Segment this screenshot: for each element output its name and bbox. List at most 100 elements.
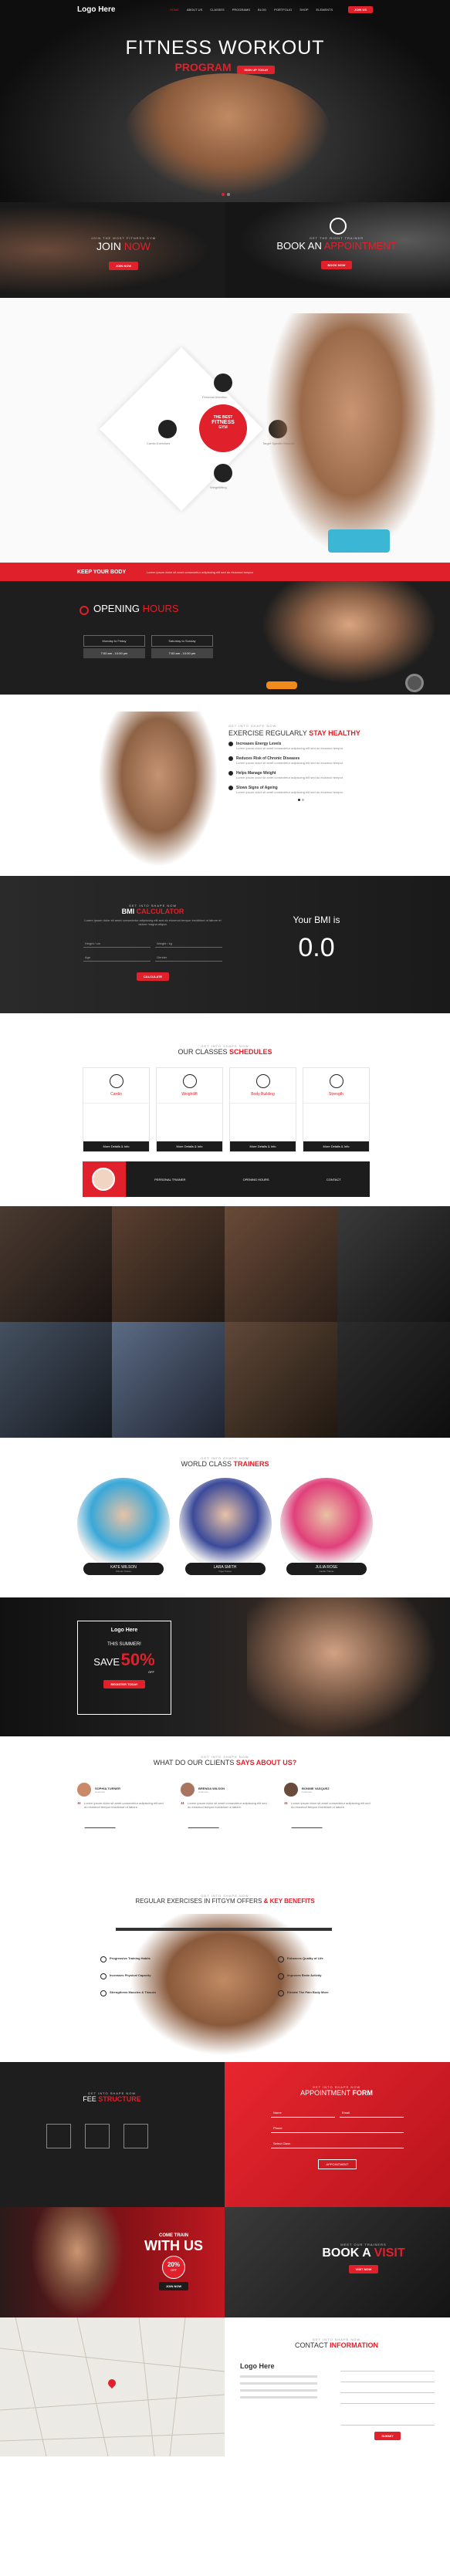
email-field[interactable]: Email xyxy=(340,2108,404,2118)
class-details-button[interactable]: More Details & Info xyxy=(230,1141,296,1151)
join-us-now-button[interactable]: JOIN NOW xyxy=(158,2282,189,2290)
trainers-title-b: TRAINERS xyxy=(233,1460,269,1468)
height-field[interactable]: Height / cm xyxy=(83,940,151,948)
appointment-submit-button[interactable]: APPOINTMENT xyxy=(317,2159,357,2169)
trainer-card[interactable]: KATE WILSON Fitness Trainer xyxy=(77,1478,170,1578)
exercise-title-b: STAY HEALTHY xyxy=(309,729,360,737)
nav-item-classes[interactable]: CLASSES xyxy=(210,8,224,12)
trainer-card[interactable]: LARA SMITH Yoga Trainer xyxy=(178,1478,272,1578)
benefit-icon xyxy=(278,1956,284,1962)
map[interactable] xyxy=(0,2317,225,2456)
gallery-image[interactable] xyxy=(225,1206,337,1322)
logo[interactable]: Logo Here xyxy=(77,5,154,14)
class-select[interactable]: Select Class xyxy=(271,2139,404,2148)
avatar xyxy=(181,1783,195,1797)
schedules-section: GET INTO SHAPE NOW OUR CLASSES SCHEDULES… xyxy=(0,1013,450,1206)
check-icon xyxy=(228,771,233,776)
nav-item-programs[interactable]: PROGRAMS xyxy=(232,8,250,12)
list-item: Strengthens Muscles & Tissues xyxy=(100,1990,185,1996)
contact-logo[interactable]: Logo Here xyxy=(240,2362,275,2370)
fee-title-b: STRUCTURE xyxy=(98,2095,141,2103)
discount-off: OFF xyxy=(171,2268,177,2272)
contact-panel: GET INTO SHAPE NOW CONTACT INFORMATION L… xyxy=(225,2317,450,2456)
nav-item-about[interactable]: ABOUT US xyxy=(187,8,202,12)
contact-field[interactable] xyxy=(340,2376,435,2382)
join-now-button[interactable]: JOIN NOW xyxy=(108,262,139,270)
exercise-title-a: EXERCISE REGULARLY xyxy=(228,729,307,737)
visit-now-button[interactable]: VISIT NOW xyxy=(348,2265,379,2273)
benefit-label: Improves Brain Activity xyxy=(287,1973,322,1977)
shorts-accent xyxy=(328,529,390,553)
benefit-icon xyxy=(100,1973,107,1979)
hours-title-b: HOURS xyxy=(142,603,179,614)
appointment-badge-icon xyxy=(330,218,347,235)
hero-signup-badge[interactable]: SIGN UP TODAY xyxy=(237,65,276,74)
gallery-image[interactable] xyxy=(337,1206,450,1322)
contact-message[interactable] xyxy=(340,2409,435,2426)
contact-field[interactable] xyxy=(340,2365,435,2371)
badge-line3: GYM xyxy=(218,425,228,430)
nav-item-elements[interactable]: ELEMENTS xyxy=(316,8,333,12)
trainers-title-a: WORLD CLASS xyxy=(181,1460,232,1468)
fee-panel: GET INTO SHAPE NOW FEE STRUCTURE xyxy=(0,2062,225,2207)
join-us-button[interactable]: JOIN US xyxy=(347,5,373,13)
nav-item-portfolio[interactable]: PORTFOLIO xyxy=(274,8,292,12)
features-wheel-section: THE BEST FITNESS GYM Personal Attention … xyxy=(0,298,450,563)
clock-icon xyxy=(80,606,89,615)
client-quote: Lorem ipsum dolor sit amet consectetur a… xyxy=(84,1801,164,1809)
join-title-b: NOW xyxy=(123,240,151,252)
fee-icons xyxy=(46,2124,148,2148)
exercise-pager[interactable] xyxy=(298,799,375,801)
benefit-desc: Lorem ipsum dolor sit amet consectetur a… xyxy=(236,746,343,750)
fee-icon-1[interactable] xyxy=(46,2124,71,2148)
class-details-button[interactable]: More Details & Info xyxy=(303,1141,369,1151)
book-now-button[interactable]: BOOK NOW xyxy=(320,261,353,269)
bmi-title-b: CALCULATOR xyxy=(136,908,184,915)
gallery-image[interactable] xyxy=(112,1206,225,1322)
opening-hours-section: OPENING HOURS Monday to Friday 7:00 am -… xyxy=(0,581,450,695)
gallery-image[interactable] xyxy=(337,1322,450,1438)
gallery-section xyxy=(0,1206,450,1438)
class-details-button[interactable]: More Details & Info xyxy=(83,1141,149,1151)
nav-item-shop[interactable]: SHOP xyxy=(299,8,308,12)
check-icon xyxy=(228,756,233,761)
gallery-image[interactable] xyxy=(0,1322,112,1438)
class-card-cardio: Cardio More Details & Info xyxy=(83,1067,150,1152)
register-button[interactable]: REGISTER TODAY xyxy=(103,1680,145,1689)
join-woman-image xyxy=(31,2207,123,2317)
gallery-image[interactable] xyxy=(225,1322,337,1438)
trainer-card[interactable]: JULIA ROSE Cardio Trainer xyxy=(280,1478,373,1578)
fee-icon-2[interactable] xyxy=(85,2124,110,2148)
trainers-row: KATE WILSON Fitness Trainer LARA SMITH Yog… xyxy=(77,1478,373,1578)
contact-field[interactable] xyxy=(340,2387,435,2393)
gallery-image[interactable] xyxy=(112,1322,225,1438)
dumbbell-woman-image xyxy=(255,581,444,688)
benefits-left-list: Progressive Training Habits Increases Ph… xyxy=(100,1956,185,1996)
visit-title-b: VISIT xyxy=(374,2246,405,2260)
promo-section: JOIN THE MOST FITNESS GYM JOIN NOW JOIN … xyxy=(0,202,450,298)
bodybuilding-class-icon xyxy=(255,1074,270,1088)
signature xyxy=(291,1817,327,1828)
nav-item-blog[interactable]: BLOG xyxy=(258,8,266,12)
client-role: Customer xyxy=(95,1790,106,1793)
weight-field[interactable]: Weight / kg xyxy=(155,940,222,948)
gender-select[interactable]: Gender xyxy=(155,954,222,962)
strip-item-c: CONTACT xyxy=(326,1177,341,1182)
contact-line xyxy=(240,2375,317,2378)
class-details-button[interactable]: More Details & Info xyxy=(157,1141,222,1151)
gallery-image[interactable] xyxy=(0,1206,112,1322)
phone-field[interactable]: Phone xyxy=(271,2124,404,2133)
hero-slider-dots[interactable] xyxy=(222,193,230,196)
nav-item-home[interactable]: HOME xyxy=(170,8,179,12)
contact-field[interactable] xyxy=(340,2398,435,2404)
name-field[interactable]: Name xyxy=(271,2108,335,2118)
calculate-button[interactable]: CALCULATE xyxy=(136,972,170,981)
feature-cardio: Cardio Exercises xyxy=(147,441,171,445)
class-name: Cardio xyxy=(110,1092,122,1097)
fee-icon-3[interactable] xyxy=(123,2124,148,2148)
appointment-title-a: BOOK AN xyxy=(276,240,322,252)
class-name: Weightlift xyxy=(181,1092,198,1097)
appointment-form-title-a: APPOINTMENT xyxy=(300,2089,350,2097)
contact-submit-button[interactable]: SUBMIT xyxy=(374,2432,401,2440)
age-field[interactable]: Age xyxy=(83,954,151,962)
